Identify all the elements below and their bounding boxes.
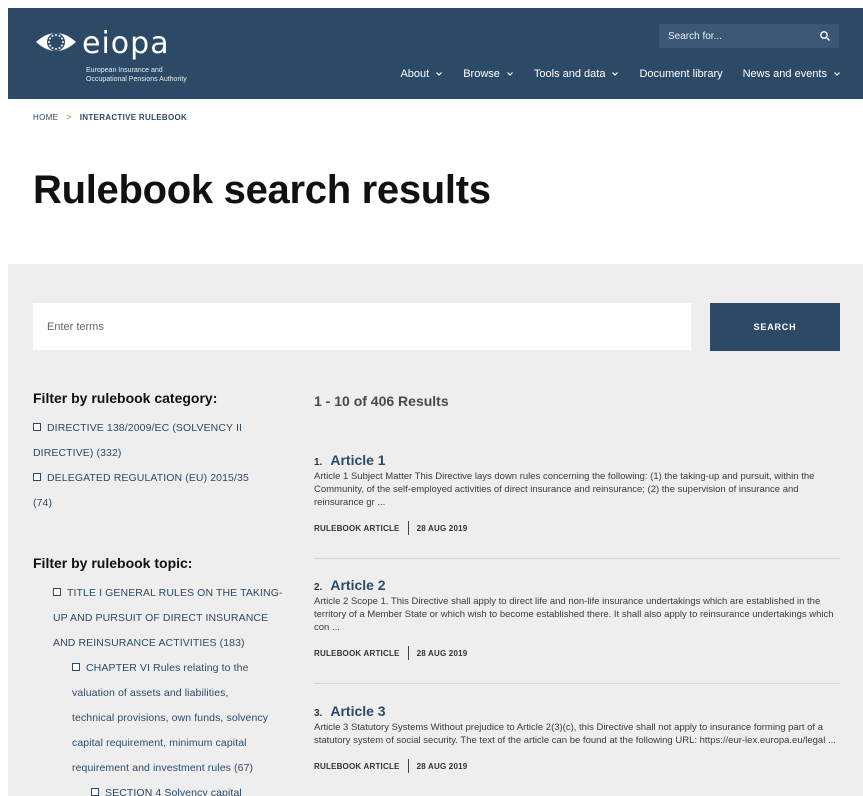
category-filter-list: DIRECTIVE 138/2009/EC (SOLVENCY II DIREC… [33,416,283,516]
nav-document-library[interactable]: Document library [639,68,722,80]
result-title-link[interactable]: Article 2 [330,577,385,593]
topic-filter-heading: Filter by rulebook topic: [33,555,193,571]
chevron-down-icon [834,72,840,76]
topic-filter-item[interactable]: CHAPTER VI Rules relating to the valuati… [33,656,283,781]
checkbox[interactable] [72,663,80,671]
nav-news-and-events[interactable]: News and events [743,68,841,80]
meta-divider [407,521,409,535]
topic-filter-list: TITLE I GENERAL RULES ON THE TAKING- UP … [33,581,283,796]
result-title-link[interactable]: Article 1 [330,452,385,468]
result-item: 1. Article 1 Article 1 Subject Matter Th… [314,452,840,535]
breadcrumb-current[interactable]: INTERACTIVE RULEBOOK [80,113,187,122]
chevron-down-icon [436,72,443,76]
breadcrumb-separator: > [66,112,72,122]
chevron-down-icon [612,72,619,76]
search-icon[interactable] [819,30,831,42]
meta-divider [407,759,409,773]
search-terms-input[interactable] [33,303,691,350]
result-snippet: Article 3 Statutory Systems Without prej… [314,722,836,746]
site-search-input[interactable] [659,24,809,48]
result-divider [314,683,840,684]
logo-subtitle: European Insurance and Occupational Pens… [86,67,187,83]
checkbox[interactable] [33,473,41,481]
result-number: 1. [314,457,323,468]
logo-wordmark: eiopa [82,26,170,61]
result-meta: RULEBOOK ARTICLE 28 AUG 2019 [314,759,840,773]
result-item: 2. Article 2 Article 2 Scope 1. This Dir… [314,577,840,660]
checkbox[interactable] [33,423,41,431]
results-count: 1 - 10 of 406 Results [314,393,449,409]
result-type: RULEBOOK ARTICLE [314,523,400,533]
result-snippet: Article 1 Subject Matter This Directive … [314,471,815,508]
chevron-down-icon [506,72,513,76]
result-meta: RULEBOOK ARTICLE 28 AUG 2019 [314,646,840,660]
meta-divider [407,646,409,660]
result-date: 28 AUG 2019 [416,761,468,771]
category-filter-item[interactable]: DIRECTIVE 138/2009/EC (SOLVENCY II DIREC… [33,416,283,466]
result-date: 28 AUG 2019 [416,648,468,658]
result-type: RULEBOOK ARTICLE [314,648,400,658]
category-filter-item[interactable]: DELEGATED REGULATION (EU) 2015/35 (74) [33,466,283,516]
category-filter-heading: Filter by rulebook category: [33,390,218,406]
checkbox[interactable] [91,788,99,796]
result-divider [314,558,840,559]
site-header: eiopa European Insurance and Occupationa… [8,8,863,99]
result-meta: RULEBOOK ARTICLE 28 AUG 2019 [314,521,840,535]
result-item: 3. Article 3 Article 3 Statutory Systems… [314,703,840,773]
breadcrumb-home[interactable]: HOME [33,113,58,122]
result-number: 3. [314,708,323,719]
breadcrumb: HOME > INTERACTIVE RULEBOOK [33,112,187,122]
result-date: 28 AUG 2019 [416,523,468,533]
nav-about[interactable]: About [400,68,443,80]
page-title: Rulebook search results [33,168,491,212]
nav-browse[interactable]: Browse [463,68,514,80]
result-title-link[interactable]: Article 3 [330,703,385,719]
main-nav: About Browse Tools and data Document lib… [380,68,841,80]
search-panel: SEARCH Filter by rulebook category: DIRE… [8,264,863,796]
eu-stars-logo-icon [36,33,76,51]
search-button[interactable]: SEARCH [710,303,840,351]
result-snippet: Article 2 Scope 1. This Directive shall … [314,596,834,633]
result-type: RULEBOOK ARTICLE [314,761,400,771]
checkbox[interactable] [53,588,61,596]
result-number: 2. [314,582,323,593]
topic-filter-item[interactable]: SECTION 4 Solvency capital [33,781,283,796]
nav-tools-and-data[interactable]: Tools and data [534,68,620,80]
topic-filter-item[interactable]: TITLE I GENERAL RULES ON THE TAKING- UP … [33,581,283,656]
eiopa-logo[interactable]: eiopa European Insurance and Occupationa… [34,24,194,84]
site-search [659,24,839,48]
